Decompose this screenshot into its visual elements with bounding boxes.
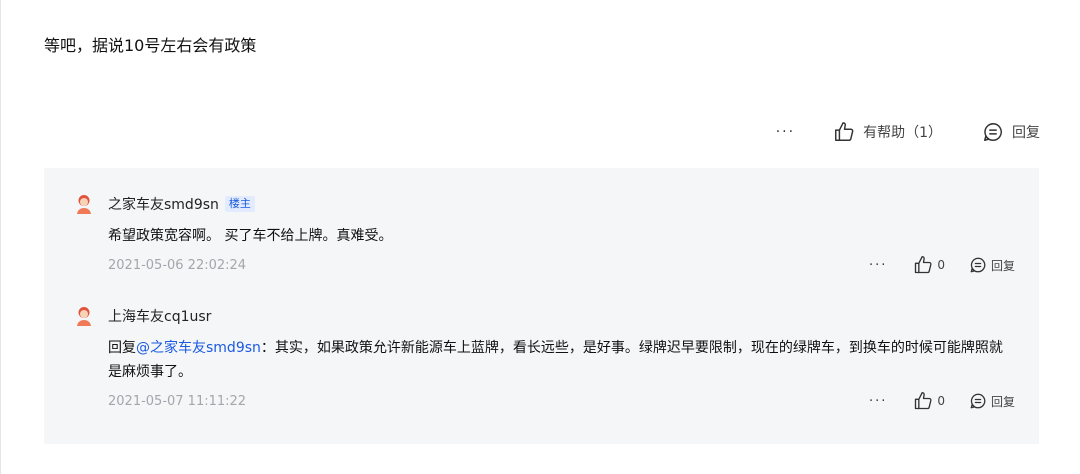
reply-icon (970, 257, 986, 273)
reply-button[interactable]: 回复 (969, 392, 1015, 410)
reply-actions: ··· 0 回复 (869, 255, 1015, 275)
reply-footer: 2021-05-07 11:11:22 ··· 0 回复 (108, 390, 1015, 412)
timestamp: 2021-05-07 11:11:22 (108, 393, 247, 409)
reply-button[interactable]: 回复 (982, 121, 1040, 143)
helpful-button[interactable]: 有帮助（1） (833, 121, 942, 143)
username[interactable]: 上海车友cq1usr (108, 306, 211, 326)
username[interactable]: 之家车友smd9sn (108, 194, 219, 214)
avatar-icon[interactable] (74, 306, 94, 326)
more-options-button[interactable]: ··· (869, 258, 887, 273)
like-button[interactable]: 0 (913, 255, 945, 275)
avatar-icon[interactable] (74, 194, 94, 214)
post-content: 等吧，据说10号左右会有政策 (44, 36, 257, 55)
more-options-button[interactable]: ··· (776, 124, 795, 140)
reply-button[interactable]: 回复 (969, 256, 1015, 274)
like-count: 0 (937, 258, 945, 272)
thumbs-up-icon (915, 392, 932, 410)
thumbs-up-icon (835, 122, 854, 141)
reply-header: 上海车友cq1usr (74, 304, 1015, 328)
post-action-bar: ··· 有帮助（1） 回复 (776, 120, 1040, 144)
left-border (0, 0, 1, 474)
timestamp: 2021-05-06 22:02:24 (108, 257, 247, 273)
helpful-label: 有帮助（1） (863, 125, 942, 141)
reply-footer: 2021-05-06 22:02:24 ··· 0 回复 (108, 254, 1015, 276)
mention-link[interactable]: @之家车友smd9sn (136, 340, 261, 356)
like-count: 0 (937, 394, 945, 408)
thumbs-up-icon (915, 256, 932, 274)
reply-item: 之家车友smd9sn 楼主 希望政策宽容啊。 买了车不给上牌。真难受。 2021… (74, 192, 1015, 276)
reply-label: 回复 (990, 258, 1015, 273)
reply-icon (970, 393, 986, 409)
reply-text: 希望政策宽容啊。 买了车不给上牌。真难受。 (108, 228, 393, 244)
more-options-button[interactable]: ··· (869, 394, 887, 409)
reply-thread: 之家车友smd9sn 楼主 希望政策宽容啊。 买了车不给上牌。真难受。 2021… (44, 168, 1039, 444)
reply-actions: ··· 0 回复 (869, 391, 1015, 411)
reply-label: 回复 (1012, 125, 1040, 141)
reply-content: 回复@之家车友smd9sn：其实，如果政策允许新能源车上蓝牌，看长远些，是好事。… (108, 336, 1015, 384)
reply-header: 之家车友smd9sn 楼主 (74, 192, 1015, 216)
reply-content: 希望政策宽容啊。 买了车不给上牌。真难受。 (108, 224, 1015, 248)
reply-label: 回复 (990, 394, 1015, 409)
reply-item: 上海车友cq1usr 回复@之家车友smd9sn：其实，如果政策允许新能源车上蓝… (74, 304, 1015, 412)
like-button[interactable]: 0 (913, 391, 945, 411)
reply-icon (984, 123, 1002, 141)
op-badge: 楼主 (224, 196, 255, 212)
reply-prefix: 回复 (108, 340, 136, 356)
